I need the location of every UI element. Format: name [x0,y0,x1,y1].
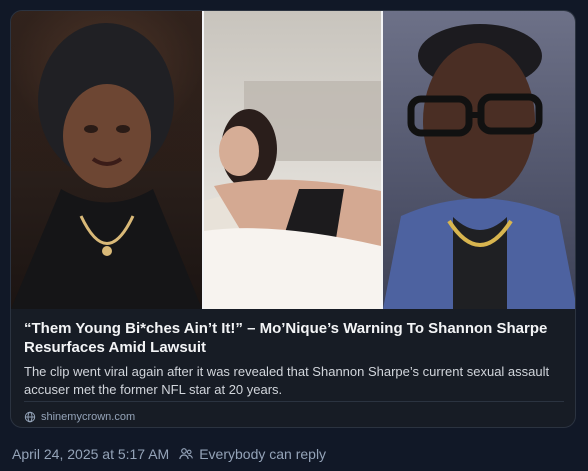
preview-image-collage[interactable] [11,11,575,309]
post-footer: April 24, 2025 at 5:17 AM Everybody can … [12,444,326,464]
card-title[interactable]: “Them Young Bi*ches Ain’t It!” – Mo’Niqu… [24,319,564,357]
reply-setting-label: Everybody can reply [199,446,327,462]
card-divider [24,401,564,402]
preview-image-right [383,11,575,309]
preview-image-middle [204,11,381,309]
card-source[interactable]: shinemycrown.com [24,410,135,424]
people-icon [178,446,194,462]
card-content[interactable]: “Them Young Bi*ches Ain’t It!” – Mo’Niqu… [11,309,575,427]
source-domain[interactable]: shinemycrown.com [41,411,135,423]
reply-setting: Everybody can reply [178,446,326,462]
card-description: The clip went viral again after it was r… [24,364,550,397]
preview-image-left [11,11,202,309]
globe-icon [24,411,36,423]
post-timestamp[interactable]: April 24, 2025 at 5:17 AM [12,446,169,462]
link-preview-card[interactable]: “Them Young Bi*ches Ain’t It!” – Mo’Niqu… [10,10,576,428]
